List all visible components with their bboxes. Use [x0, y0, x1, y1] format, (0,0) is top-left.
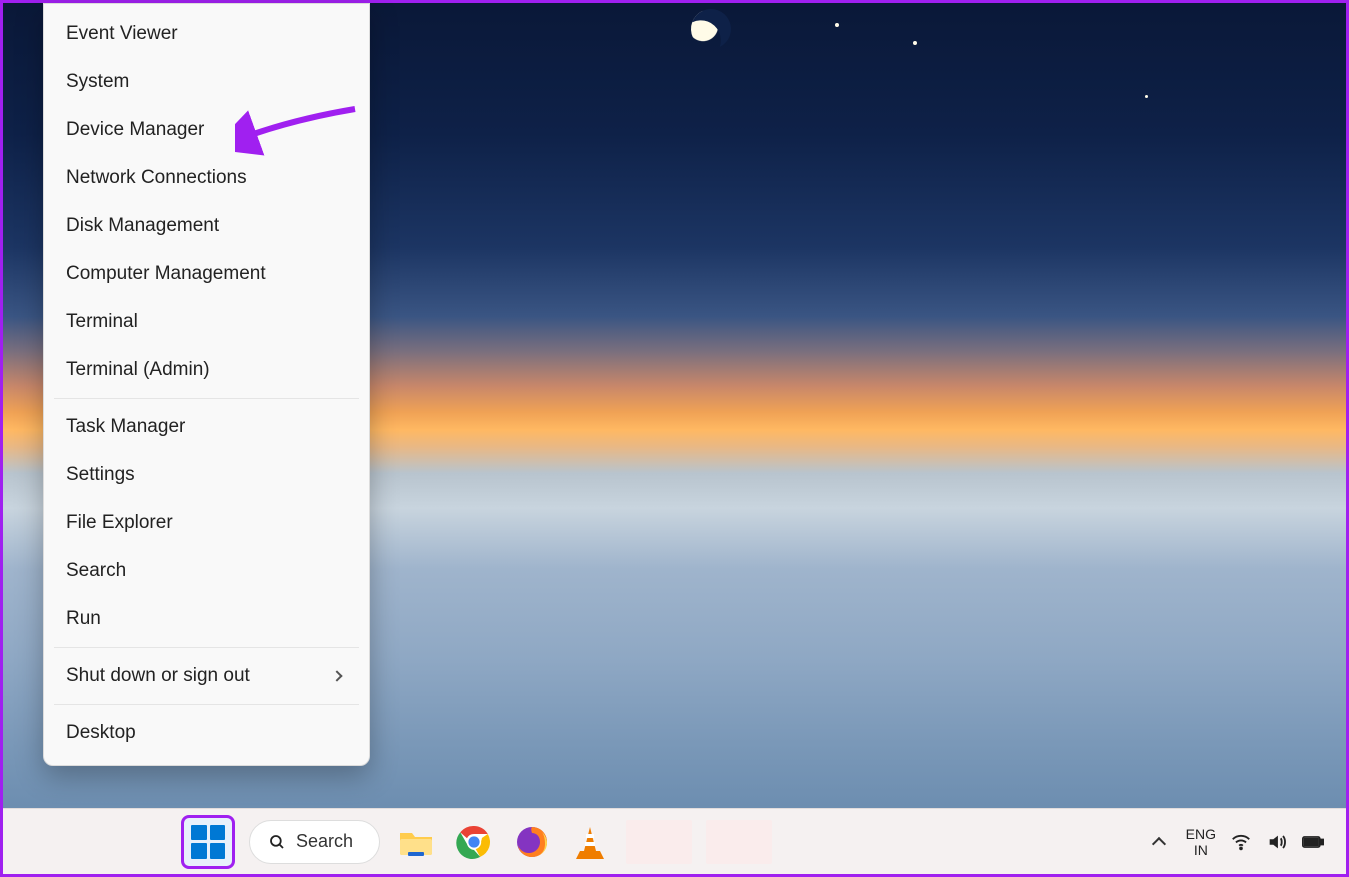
- moon-graphic: [684, 2, 737, 55]
- menu-item-terminal[interactable]: Terminal: [44, 298, 369, 346]
- lang-bottom: IN: [1186, 842, 1216, 858]
- menu-item-label: Event Viewer: [66, 23, 178, 45]
- windows-logo-icon: [191, 825, 225, 859]
- file-explorer-icon: [398, 827, 434, 857]
- taskbar-app-chrome[interactable]: [452, 820, 496, 864]
- search-icon: [268, 833, 286, 851]
- menu-item-label: Task Manager: [66, 416, 185, 438]
- menu-item-event-viewer[interactable]: Event Viewer: [44, 10, 369, 58]
- tray-overflow-button[interactable]: [1146, 827, 1172, 857]
- menu-item-search[interactable]: Search: [44, 547, 369, 595]
- menu-item-label: Search: [66, 560, 126, 582]
- menu-item-file-explorer[interactable]: File Explorer: [44, 499, 369, 547]
- taskbar-slot: [626, 820, 692, 864]
- star-graphic: [913, 41, 917, 45]
- winx-context-menu[interactable]: Event Viewer System Device Manager Network …: [43, 3, 370, 766]
- menu-item-task-manager[interactable]: Task Manager: [44, 403, 369, 451]
- menu-item-label: Shut down or sign out: [66, 665, 250, 687]
- menu-item-label: Computer Management: [66, 263, 266, 285]
- taskbar: Search: [3, 808, 1346, 874]
- menu-item-label: Terminal (Admin): [66, 359, 210, 381]
- menu-separator: [54, 398, 359, 399]
- chevron-right-icon: [331, 670, 342, 681]
- taskbar-slot: [706, 820, 772, 864]
- battery-icon[interactable]: [1302, 831, 1324, 853]
- menu-item-label: Terminal: [66, 311, 138, 333]
- menu-item-label: System: [66, 71, 129, 93]
- taskbar-search[interactable]: Search: [249, 820, 380, 864]
- menu-item-label: Settings: [66, 464, 135, 486]
- menu-item-computer-management[interactable]: Computer Management: [44, 250, 369, 298]
- star-graphic: [835, 23, 839, 27]
- menu-item-terminal-admin[interactable]: Terminal (Admin): [44, 346, 369, 394]
- star-graphic: [1145, 95, 1148, 98]
- menu-item-label: Network Connections: [66, 167, 247, 189]
- menu-item-label: File Explorer: [66, 512, 173, 534]
- start-button[interactable]: [181, 815, 235, 869]
- chrome-icon: [456, 824, 492, 860]
- menu-separator: [54, 647, 359, 648]
- system-tray: ENG IN: [1146, 826, 1346, 858]
- vlc-icon: [574, 825, 606, 859]
- menu-item-desktop[interactable]: Desktop: [44, 709, 369, 757]
- search-label: Search: [296, 831, 353, 852]
- menu-item-label: Run: [66, 608, 101, 630]
- chevron-up-icon: [1152, 836, 1166, 850]
- menu-item-label: Desktop: [66, 722, 136, 744]
- lang-top: ENG: [1186, 826, 1216, 842]
- language-indicator[interactable]: ENG IN: [1186, 826, 1216, 858]
- menu-item-shut-down-or-sign-out[interactable]: Shut down or sign out: [44, 652, 369, 700]
- taskbar-app-file-explorer[interactable]: [394, 820, 438, 864]
- volume-icon[interactable]: [1266, 831, 1288, 853]
- menu-item-label: Disk Management: [66, 215, 219, 237]
- taskbar-app-firefox[interactable]: [510, 820, 554, 864]
- firefox-icon: [514, 824, 550, 860]
- menu-item-disk-management[interactable]: Disk Management: [44, 202, 369, 250]
- menu-separator: [54, 704, 359, 705]
- menu-item-settings[interactable]: Settings: [44, 451, 369, 499]
- wifi-icon[interactable]: [1230, 831, 1252, 853]
- menu-item-system[interactable]: System: [44, 58, 369, 106]
- menu-item-device-manager[interactable]: Device Manager: [44, 106, 369, 154]
- menu-item-run[interactable]: Run: [44, 595, 369, 643]
- menu-item-label: Device Manager: [66, 119, 204, 141]
- taskbar-app-vlc[interactable]: [568, 820, 612, 864]
- menu-item-network-connections[interactable]: Network Connections: [44, 154, 369, 202]
